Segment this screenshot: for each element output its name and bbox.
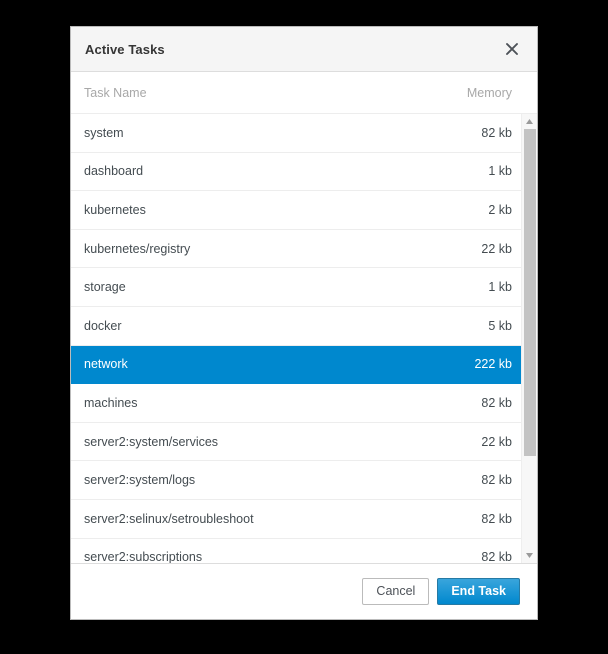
dialog-footer: Cancel End Task [71,563,537,619]
task-row[interactable]: kubernetes 2 kb [71,191,521,230]
task-memory-cell: 5 kb [488,318,512,333]
task-name-cell: storage [84,280,126,295]
dialog-header: Active Tasks [71,27,537,72]
task-name-cell: server2:selinux/setroubleshoot [84,511,254,526]
task-name-cell: docker [84,318,122,333]
task-row[interactable]: docker 5 kb [71,307,521,346]
column-header-memory: Memory [466,85,512,100]
task-name-cell: server2:subscriptions [84,550,203,563]
task-row[interactable]: network 222 kb [71,345,521,385]
task-list-container: system 82 kb dashboard 1 kb kubernetes 2 kb ku… [71,114,537,563]
task-memory-cell: 82 kb [481,550,512,563]
task-name-cell: dashboard [84,164,144,179]
close-icon [505,42,519,56]
task-memory-cell: 1 kb [488,280,512,295]
task-row[interactable]: kubernetes/registry 22 kb [71,230,521,269]
scroll-up-button[interactable] [522,114,537,129]
triangle-down-icon [525,552,534,559]
task-row[interactable]: server2:system/services 22 kb [71,423,521,462]
task-memory-cell: 82 kb [481,473,512,488]
close-button[interactable] [501,38,523,60]
task-memory-cell: 1 kb [488,164,512,179]
scrollbar-track[interactable] [523,129,537,548]
scroll-down-button[interactable] [522,548,537,563]
task-row[interactable]: server2:subscriptions 82 kb [71,539,521,563]
task-memory-cell: 222 kb [474,357,512,372]
task-memory-cell: 82 kb [481,395,512,410]
task-name-cell: kubernetes/registry [84,241,191,256]
table-column-header: Task Name Memory [71,72,537,114]
task-name-cell: network [84,357,128,372]
task-name-cell: system [84,125,124,140]
task-memory-cell: 22 kb [481,434,512,449]
task-row[interactable]: server2:system/logs 82 kb [71,461,521,500]
task-name-cell: server2:system/services [84,434,219,449]
task-memory-cell: 2 kb [488,202,512,217]
task-row[interactable]: dashboard 1 kb [71,153,521,192]
task-memory-cell: 82 kb [481,125,512,140]
task-row[interactable]: machines 82 kb [71,384,521,423]
task-name-cell: machines [84,395,138,410]
task-row[interactable]: system 82 kb [71,114,521,153]
vertical-scrollbar[interactable] [521,114,537,563]
column-header-task-name: Task Name [84,85,147,100]
task-name-cell: kubernetes [84,202,146,217]
task-row[interactable]: storage 1 kb [71,268,521,307]
active-tasks-dialog: Active Tasks Task Name Memory system 82 k… [70,26,538,620]
screen: Active Tasks Task Name Memory system 82 k… [0,0,608,654]
scrollbar-thumb[interactable] [524,129,536,456]
cancel-button[interactable]: Cancel [362,578,430,605]
task-name-cell: server2:system/logs [84,473,196,488]
task-list: system 82 kb dashboard 1 kb kubernetes 2 kb ku… [71,114,521,563]
dialog-title: Active Tasks [85,41,165,57]
task-memory-cell: 82 kb [481,511,512,526]
task-row[interactable]: server2:selinux/setroubleshoot 82 kb [71,500,521,539]
end-task-button[interactable]: End Task [437,578,520,605]
triangle-up-icon [525,118,534,125]
task-memory-cell: 22 kb [481,241,512,256]
